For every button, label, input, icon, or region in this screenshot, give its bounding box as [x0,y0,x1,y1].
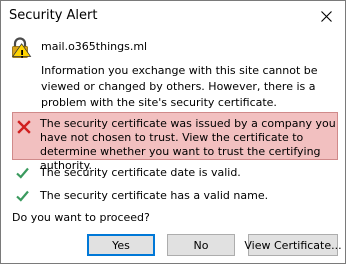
green-check-icon [16,167,29,179]
check-text-date: The security certificate date is valid. [40,166,241,179]
dialog-title: Security Alert [9,8,98,23]
proceed-question: Do you want to proceed? [12,211,150,224]
view-certificate-button[interactable]: View Certificate... [244,234,342,256]
close-button[interactable] [313,4,339,28]
certificate-warning-icon [11,37,32,58]
title-bar: Security Alert [1,1,345,33]
no-button[interactable]: No [167,234,235,256]
security-alert-dialog: Security Alert mail.o365things.ml Inform… [0,0,346,264]
check-text-name: The security certificate has a valid nam… [40,189,269,202]
green-check-icon [16,190,29,202]
check-item-date: The security certificate date is valid. [16,165,336,183]
certificate-error-box: The security certificate was issued by a… [12,112,338,172]
close-icon [320,10,332,22]
site-name: mail.o365things.ml [41,40,148,53]
red-x-icon [17,120,31,134]
check-item-name: The security certificate has a valid nam… [16,188,336,206]
info-message: Information you exchange with this site … [41,64,318,109]
yes-button[interactable]: Yes [87,234,155,256]
